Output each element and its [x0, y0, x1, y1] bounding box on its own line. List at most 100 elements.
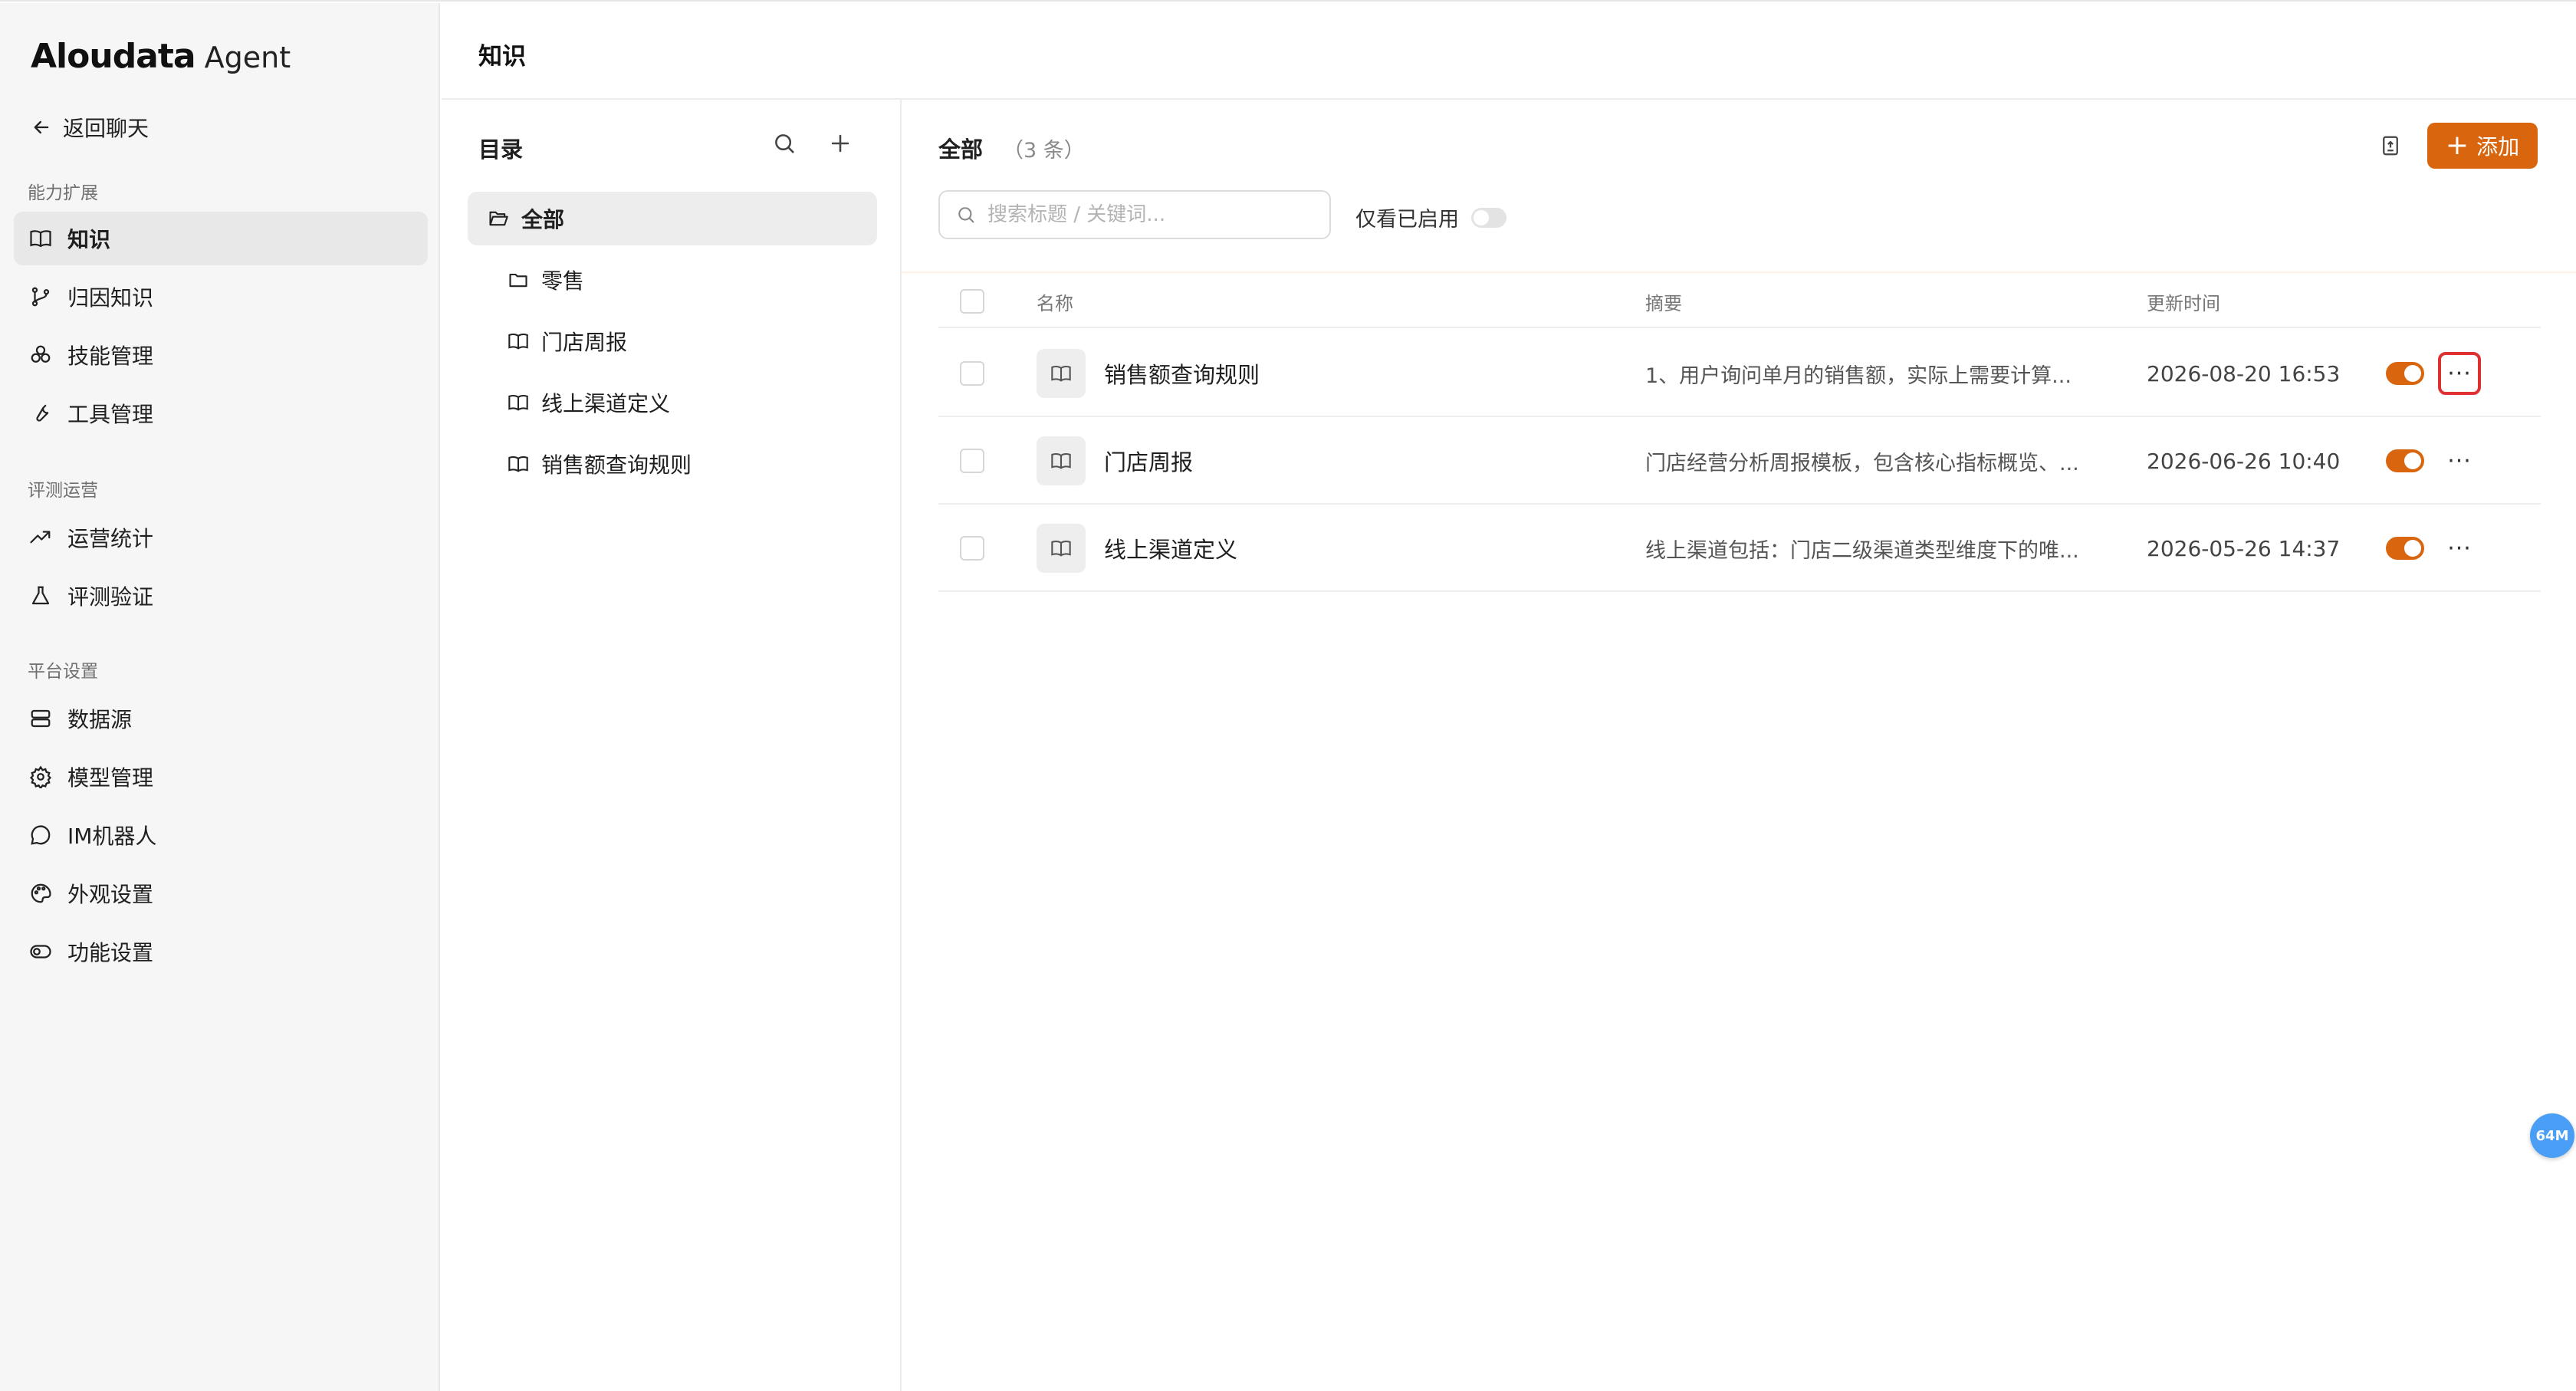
- add-button[interactable]: + 添加: [2427, 123, 2538, 169]
- column-name: 名称: [1037, 292, 1073, 314]
- book-icon: [508, 334, 528, 350]
- select-all-cell: [960, 275, 984, 328]
- content-title: 全部: [938, 136, 984, 163]
- logo: Aloudata Agent: [31, 37, 291, 76]
- catalog-item-label: 销售额查询规则: [541, 452, 692, 478]
- catalog-item-label: 门店周报: [541, 330, 628, 355]
- summary-cell: 门店经营分析周报模板，包含核心指标概览、...: [1645, 417, 2079, 505]
- enable-toggle[interactable]: [2386, 537, 2424, 560]
- book-icon: [508, 395, 528, 411]
- more-actions-button[interactable]: ···: [2438, 352, 2481, 395]
- section-platform: 平台设置: [28, 662, 98, 682]
- enable-cell: [2386, 330, 2424, 417]
- folder-icon: [509, 273, 527, 288]
- export-button[interactable]: [2374, 129, 2407, 163]
- sidebar-item-label: 技能管理: [67, 344, 154, 369]
- more-actions-button[interactable]: ···: [2438, 439, 2481, 482]
- row-checkbox[interactable]: [960, 536, 984, 561]
- row-name[interactable]: 线上渠道定义: [1104, 532, 1237, 564]
- plus-icon: +: [2445, 130, 2469, 161]
- sidebar-item-ops-stats[interactable]: 运营统计: [14, 511, 428, 564]
- content-panel: 全部 （3 条） + 添加 仅看已启用 名称 摘要 更新: [902, 100, 2576, 1391]
- memory-badge[interactable]: 64M: [2530, 1113, 2574, 1158]
- table-row[interactable]: 销售额查询规则 1、用户询问单月的销售额，实际上需要计算... 2026-08-…: [938, 330, 2541, 417]
- row-summary: 1、用户询问单月的销售额，实际上需要计算...: [1645, 363, 2072, 388]
- name-cell: 线上渠道定义: [1037, 505, 1237, 592]
- flask-icon: [28, 583, 54, 609]
- more-actions-button[interactable]: ···: [2438, 527, 2481, 570]
- catalog-item-store-weekly[interactable]: 门店周报: [508, 314, 876, 368]
- sidebar: Aloudata Agent 返回聊天 能力扩展 知识 归因知识 技能管理 工具…: [0, 3, 440, 1391]
- row-select-cell: [960, 505, 984, 592]
- row-select-cell: [960, 330, 984, 417]
- updated-cell: 2026-05-26 14:37: [2147, 505, 2340, 592]
- updated-cell: 2026-06-26 10:40: [2147, 417, 2340, 505]
- sidebar-item-label: 工具管理: [67, 402, 154, 427]
- sidebar-item-eval[interactable]: 评测验证: [14, 569, 428, 623]
- catalog-item-retail[interactable]: 零售: [508, 253, 876, 307]
- only-enabled-filter: 仅看已启用: [1355, 202, 1506, 232]
- catalog-item-label: 零售: [541, 268, 585, 294]
- actions-cell: ···: [2438, 417, 2481, 505]
- catalog-item-online-channel[interactable]: 线上渠道定义: [508, 376, 876, 429]
- sidebar-item-tools[interactable]: 工具管理: [14, 386, 428, 440]
- chat-icon: [28, 822, 54, 848]
- toggle-icon: [28, 939, 54, 965]
- column-updated: 更新时间: [2147, 292, 2220, 314]
- table-row[interactable]: 门店周报 门店经营分析周报模板，包含核心指标概览、... 2026-06-26 …: [938, 417, 2541, 505]
- search-icon: [958, 207, 974, 223]
- row-updated: 2026-05-26 14:37: [2147, 535, 2341, 561]
- gear-icon: [28, 764, 54, 790]
- app-window: Aloudata Agent 返回聊天 能力扩展 知识 归因知识 技能管理 工具…: [0, 0, 2576, 1391]
- back-to-chat-link[interactable]: 返回聊天: [31, 110, 149, 144]
- row-checkbox[interactable]: [960, 449, 984, 473]
- database-icon: [28, 705, 54, 732]
- enable-toggle[interactable]: [2386, 362, 2424, 385]
- sidebar-item-datasource[interactable]: 数据源: [14, 692, 428, 745]
- catalog-title: 目录: [478, 136, 524, 163]
- sidebar-item-attribution[interactable]: 归因知识: [14, 270, 428, 324]
- row-checkbox[interactable]: [960, 361, 984, 386]
- catalog-item-all[interactable]: 全部: [468, 192, 877, 245]
- search-icon[interactable]: [771, 130, 797, 159]
- select-all-checkbox[interactable]: [960, 289, 984, 314]
- sidebar-item-label: 运营统计: [67, 526, 154, 551]
- search-field[interactable]: [938, 190, 1331, 239]
- sidebar-item-features[interactable]: 功能设置: [14, 925, 428, 978]
- sidebar-item-skills[interactable]: 技能管理: [14, 328, 428, 382]
- catalog-item-label: 全部: [521, 207, 565, 232]
- content-heading: 全部 （3 条）: [938, 132, 1085, 164]
- cubes-icon: [28, 342, 54, 368]
- add-button-label: 添加: [2476, 134, 2520, 159]
- summary-cell: 线上渠道包括：门店二级渠道类型维度下的唯...: [1645, 505, 2079, 592]
- item-count: （3 条）: [1003, 139, 1085, 163]
- file-upload-icon: [2383, 136, 2398, 156]
- row-updated: 2026-08-20 16:53: [2147, 360, 2341, 386]
- actions-cell: ···: [2438, 330, 2481, 417]
- wrench-icon: [28, 400, 54, 426]
- sidebar-item-label: IM机器人: [67, 824, 157, 849]
- row-summary: 门店经营分析周报模板，包含核心指标概览、...: [1645, 451, 2079, 475]
- section-capability: 能力扩展: [28, 183, 98, 203]
- sidebar-item-appearance[interactable]: 外观设置: [14, 866, 428, 920]
- catalog-panel: 目录 全部 零售 门店周报 线上渠道定义 销售额查询规则: [442, 100, 902, 1391]
- page-header: 知识: [442, 3, 2576, 100]
- table-row[interactable]: 线上渠道定义 线上渠道包括：门店二级渠道类型维度下的唯... 2026-05-2…: [938, 505, 2541, 592]
- sidebar-item-im-bot[interactable]: IM机器人: [14, 808, 428, 862]
- catalog-item-sales-rules[interactable]: 销售额查询规则: [508, 437, 876, 491]
- arrow-left-icon: [34, 120, 49, 134]
- enable-toggle[interactable]: [2386, 449, 2424, 472]
- sidebar-item-models[interactable]: 模型管理: [14, 750, 428, 804]
- search-input[interactable]: [987, 203, 1325, 226]
- name-cell: 销售额查询规则: [1037, 330, 1260, 417]
- book-icon: [28, 225, 54, 252]
- sidebar-item-label: 功能设置: [67, 940, 154, 965]
- palette-icon: [28, 880, 54, 906]
- sidebar-item-knowledge[interactable]: 知识: [14, 212, 428, 265]
- plus-icon[interactable]: [827, 130, 853, 159]
- page-title: 知识: [478, 43, 526, 71]
- only-enabled-toggle[interactable]: [1471, 207, 1506, 228]
- column-summary: 摘要: [1645, 292, 1682, 314]
- row-name[interactable]: 门店周报: [1104, 445, 1193, 477]
- row-name[interactable]: 销售额查询规则: [1104, 357, 1260, 390]
